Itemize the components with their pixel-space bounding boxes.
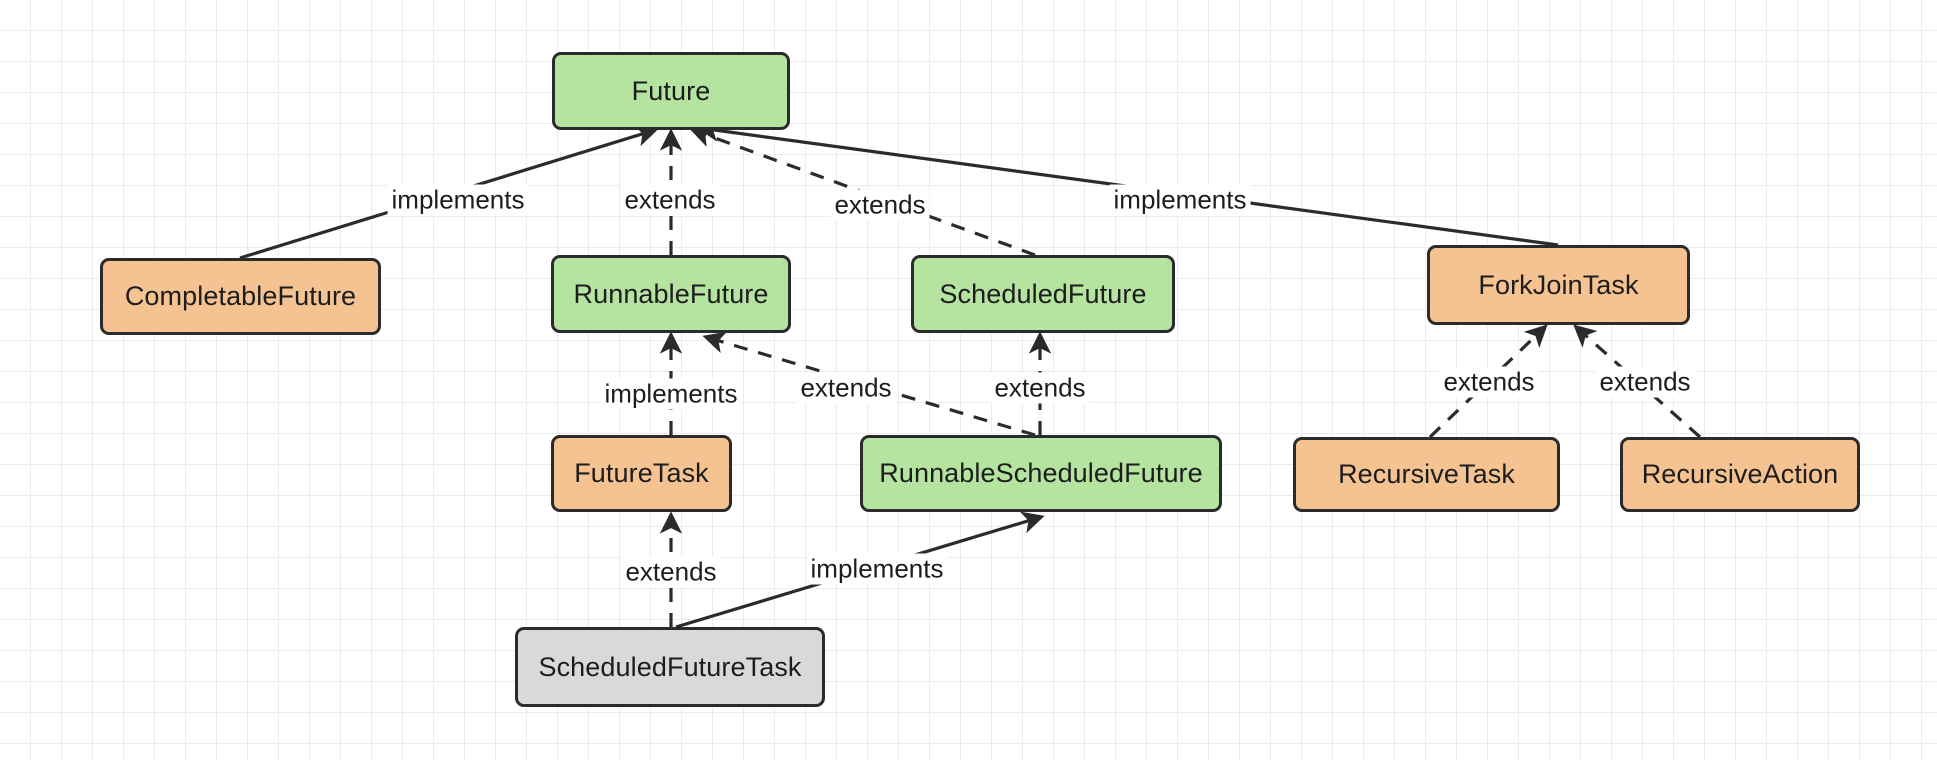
node-label: RunnableFuture — [573, 278, 769, 309]
node-label: ForkJoinTask — [1478, 269, 1639, 300]
node-label: RecursiveTask — [1338, 459, 1515, 489]
edge-label-extends: extends — [990, 372, 1090, 404]
node-runnableFuture[interactable]: RunnableFuture — [551, 255, 791, 333]
node-recursiveAction[interactable]: RecursiveAction — [1620, 437, 1860, 512]
node-forkJoinTask[interactable]: ForkJoinTask — [1427, 245, 1690, 325]
edge-label-implements: implements — [1109, 184, 1251, 216]
edge-label-implements: implements — [600, 378, 742, 410]
edge-label-extends: extends — [796, 372, 896, 404]
node-label: RecursiveAction — [1641, 459, 1839, 489]
node-label: Future — [631, 75, 711, 106]
node-scheduledFuture[interactable]: ScheduledFuture — [911, 255, 1175, 333]
node-scheduledFutureTask[interactable]: ScheduledFutureTask — [515, 627, 825, 707]
edge-label-extends: extends — [1439, 366, 1539, 398]
edge-label-extends: extends — [620, 184, 720, 216]
edge-label-extends: extends — [830, 189, 930, 221]
node-futureTask[interactable]: FutureTask — [551, 435, 732, 512]
edge-label-implements: implements — [387, 184, 529, 216]
node-label: RunnableScheduledFuture — [879, 458, 1203, 488]
node-completableFuture[interactable]: CompletableFuture — [100, 258, 381, 335]
node-runnableScheduledFuture[interactable]: RunnableScheduledFuture — [860, 435, 1222, 512]
node-future[interactable]: Future — [552, 52, 790, 130]
diagram-canvas: Future CompletableFuture RunnableFuture Sch… — [0, 0, 1937, 760]
node-recursiveTask[interactable]: RecursiveTask — [1293, 437, 1560, 512]
edge-label-extends: extends — [1595, 366, 1695, 398]
node-label: ScheduledFutureTask — [538, 651, 802, 682]
node-label: FutureTask — [574, 458, 709, 488]
edge-label-extends: extends — [621, 556, 721, 588]
node-label: CompletableFuture — [124, 281, 357, 311]
edge-label-implements: implements — [806, 553, 948, 585]
node-label: ScheduledFuture — [939, 278, 1147, 309]
